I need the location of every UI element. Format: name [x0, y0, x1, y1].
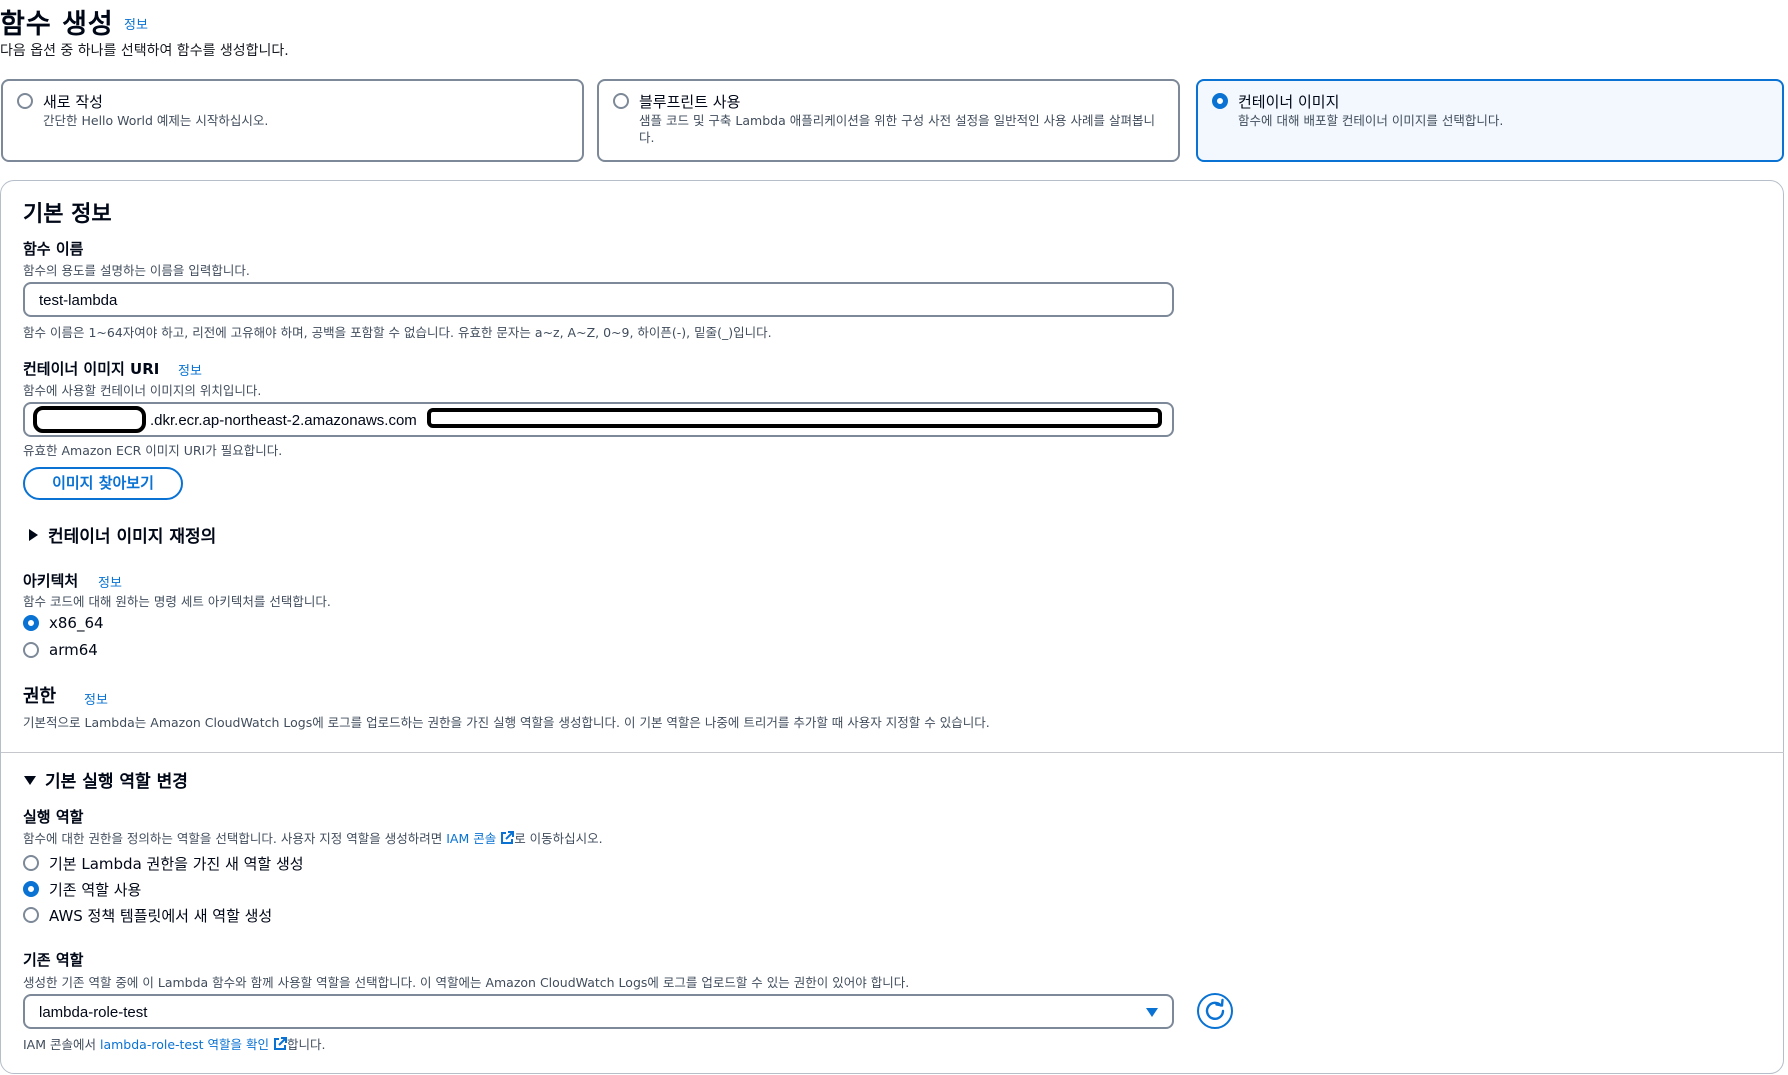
- option-title: 컨테이너 이미지: [1238, 93, 1340, 111]
- existing-role-footer: IAM 콘솔에서 lambda-role-test 역할을 확인 합니다.: [23, 1037, 326, 1052]
- existing-role-value[interactable]: lambda-role-test: [39, 1004, 147, 1021]
- role-option-policy-template[interactable]: AWS 정책 템플릿에서 새 역할 생성: [49, 905, 272, 926]
- role-option-new-basic[interactable]: 기본 Lambda 권한을 가진 새 역할 생성: [49, 853, 304, 874]
- option-radio[interactable]: [613, 93, 629, 109]
- role-radio-policy-template[interactable]: [23, 907, 39, 923]
- refresh-icon: [1205, 998, 1225, 1020]
- role-option-existing[interactable]: 기존 역할 사용: [49, 879, 141, 900]
- existing-role-desc: 생성한 기존 역할 중에 이 Lambda 함수와 함께 사용할 역할을 선택합…: [23, 975, 910, 990]
- refresh-roles-button[interactable]: [1197, 993, 1233, 1029]
- execution-role-label: 실행 역할: [23, 808, 84, 826]
- execution-role-desc: 함수에 대한 권한을 정의하는 역할을 선택합니다. 사용자 지정 역할을 생성…: [23, 831, 603, 846]
- external-link-icon: [501, 831, 515, 844]
- option-desc: 샘플 코드 및 구축 Lambda 애플리케이션을 위한 구성 사전 설정을 일…: [639, 113, 1155, 145]
- function-name-desc: 함수의 용도를 설명하는 이름을 입력합니다.: [23, 263, 250, 278]
- arch-radio-arm64[interactable]: [23, 642, 39, 658]
- architecture-label: 아키텍처: [23, 572, 79, 590]
- option-desc: 함수에 대해 배포할 컨테이너 이미지를 선택합니다.: [1238, 113, 1504, 128]
- basic-info-heading: 기본 정보: [23, 202, 112, 227]
- option-radio-selected[interactable]: [1212, 93, 1228, 109]
- caret-down-icon: [24, 776, 36, 785]
- permissions-heading: 권한: [23, 686, 57, 707]
- function-name-input[interactable]: test-lambda: [23, 282, 1174, 317]
- option-use-blueprint[interactable]: 블루프린트 사용 샘플 코드 및 구축 Lambda 애플리케이션을 위한 구성…: [597, 79, 1180, 162]
- existing-role-label: 기존 역할: [23, 951, 84, 969]
- caret-right-icon: [29, 529, 38, 541]
- page-info-link[interactable]: 정보: [124, 14, 148, 33]
- iam-console-link[interactable]: IAM 콘솔: [446, 831, 496, 846]
- architecture-info-link[interactable]: 정보: [98, 572, 122, 591]
- existing-role-select[interactable]: lambda-role-test: [23, 994, 1174, 1029]
- option-author-from-scratch[interactable]: 새로 작성 간단한 Hello World 예제는 시작하십시오.: [1, 79, 584, 162]
- execution-role-toggle-label: 기본 실행 역할 변경: [45, 772, 188, 792]
- image-uri-label: 컨테이너 이미지 URI: [23, 360, 160, 378]
- option-title: 블루프린트 사용: [639, 93, 741, 111]
- arch-option-arm64[interactable]: arm64: [49, 641, 98, 659]
- browse-images-button[interactable]: 이미지 찾아보기: [23, 467, 183, 500]
- redaction-mark: [33, 406, 146, 433]
- image-uri-desc: 함수에 사용할 컨테이너 이미지의 위치입니다.: [23, 383, 262, 398]
- function-name-label: 함수 이름: [23, 240, 84, 258]
- role-radio-existing[interactable]: [23, 881, 39, 897]
- option-desc: 간단한 Hello World 예제는 시작하십시오.: [43, 113, 269, 128]
- arch-option-x86[interactable]: x86_64: [49, 614, 104, 632]
- function-name-value[interactable]: test-lambda: [39, 292, 117, 309]
- function-name-constraint: 함수 이름은 1~64자여야 하고, 리전에 고유해야 하며, 공백을 포함할 …: [23, 325, 772, 340]
- image-uri-info-link[interactable]: 정보: [178, 360, 202, 379]
- architecture-desc: 함수 코드에 대해 원하는 명령 세트 아키텍처를 선택합니다.: [23, 594, 331, 609]
- external-link-icon: [273, 1037, 287, 1050]
- section-divider: [1, 752, 1784, 753]
- permissions-desc: 기본적으로 Lambda는 Amazon CloudWatch Logs에 로그…: [23, 715, 990, 730]
- role-radio-new-basic[interactable]: [23, 855, 39, 871]
- image-uri-hint: 유효한 Amazon ECR 이미지 URI가 필요합니다.: [23, 443, 283, 458]
- override-label: 컨테이너 이미지 재정의: [48, 527, 217, 547]
- page-title: 함수 생성: [0, 9, 114, 40]
- option-title: 새로 작성: [43, 93, 103, 111]
- permissions-info-link[interactable]: 정보: [84, 689, 108, 708]
- page-subtitle: 다음 옵션 중 하나를 선택하여 함수를 생성합니다.: [0, 43, 289, 59]
- arch-radio-x86[interactable]: [23, 615, 39, 631]
- option-radio[interactable]: [17, 93, 33, 109]
- redaction-mark: [427, 408, 1162, 428]
- view-role-link[interactable]: lambda-role-test 역할을 확인: [100, 1037, 269, 1052]
- image-uri-value[interactable]: .dkr.ecr.ap-northeast-2.amazonaws.com: [150, 412, 417, 429]
- dropdown-caret-icon: [1146, 1008, 1158, 1017]
- option-container-image[interactable]: 컨테이너 이미지 함수에 대해 배포할 컨테이너 이미지를 선택합니다.: [1196, 79, 1784, 162]
